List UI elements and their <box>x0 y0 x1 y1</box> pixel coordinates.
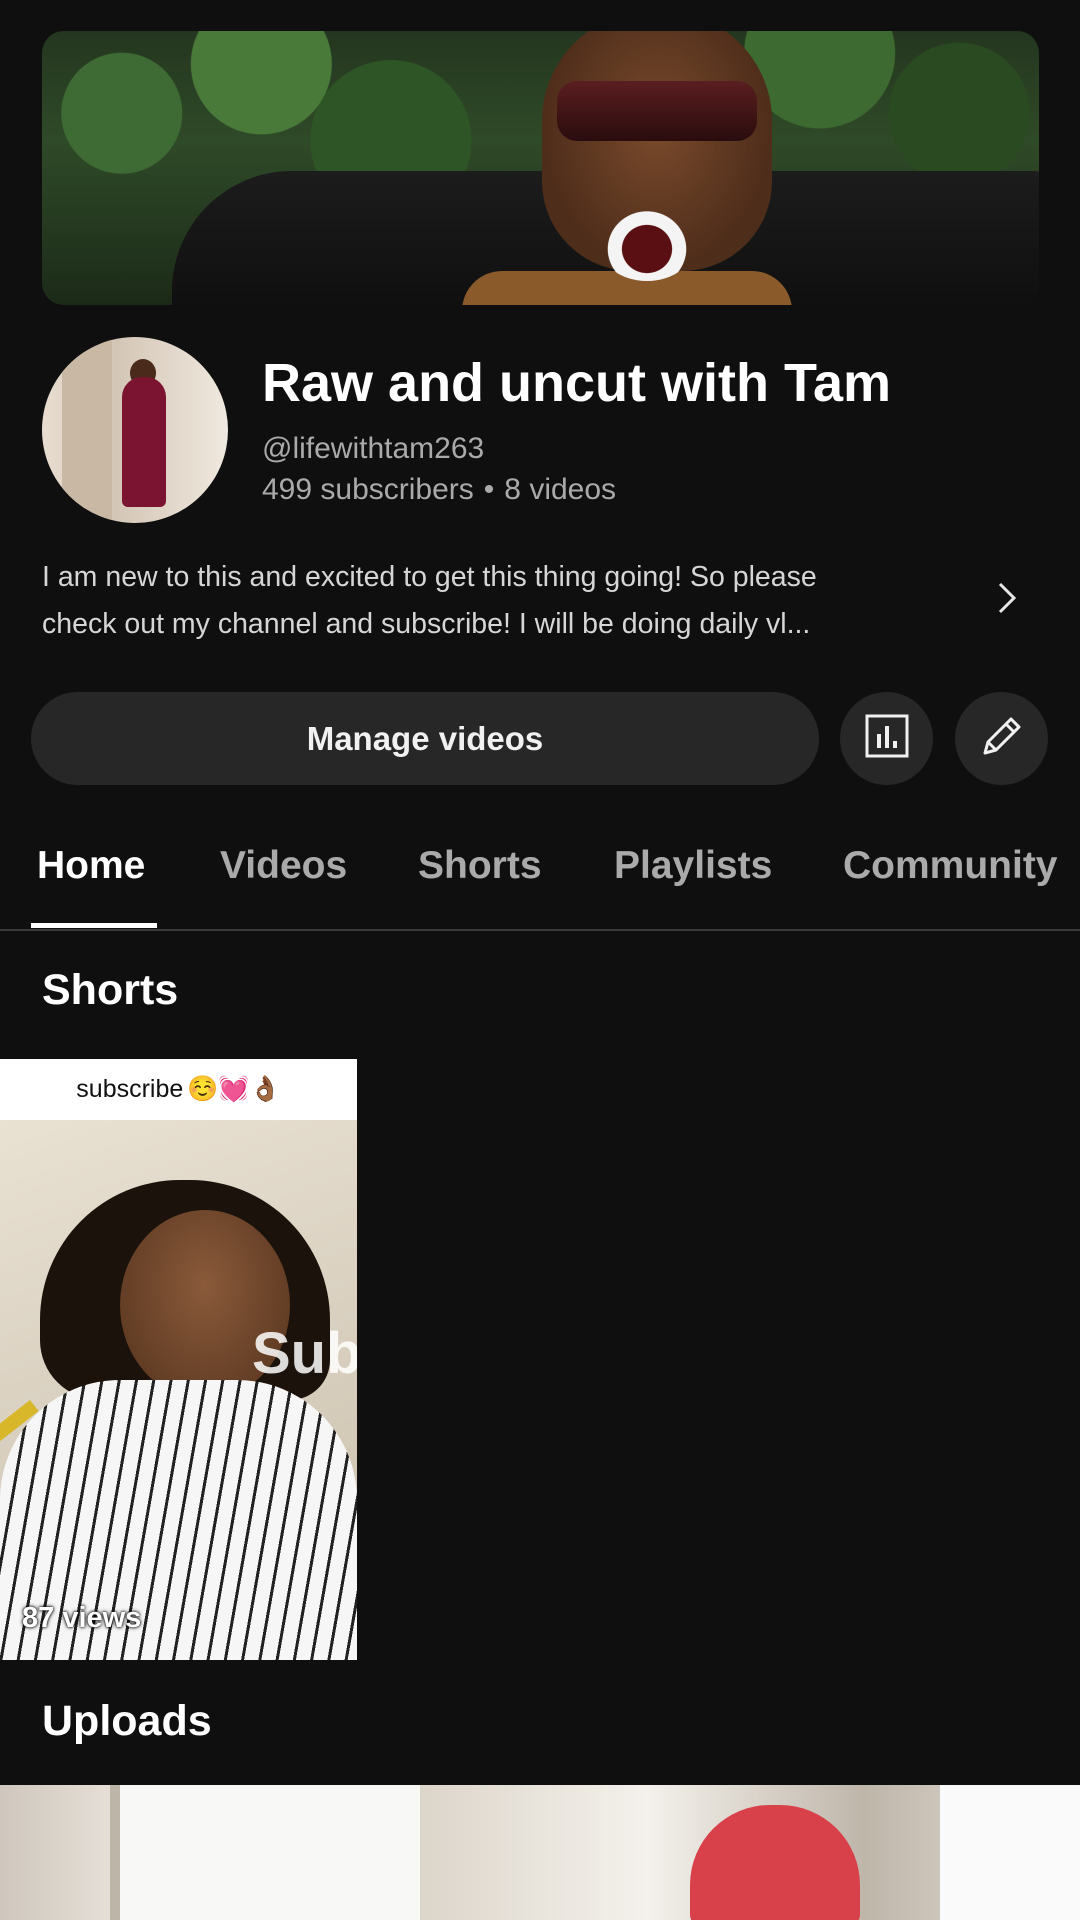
bar-chart-icon <box>864 713 910 764</box>
channel-avatar[interactable] <box>42 337 228 523</box>
tab-playlists[interactable]: Playlists <box>614 844 772 888</box>
short-overlay-text: Sub <box>252 1321 357 1386</box>
channel-handle: @lifewithtam263 <box>262 432 485 465</box>
channel-description[interactable]: I am new to this and excited to get this… <box>42 554 982 648</box>
tab-shorts[interactable]: Shorts <box>418 844 542 888</box>
description-line: I am new to this and excited to get this… <box>42 561 817 593</box>
pencil-icon <box>977 711 1027 766</box>
tab-community[interactable]: Community <box>843 844 1058 888</box>
tab-videos[interactable]: Videos <box>220 844 347 888</box>
short-caption-emojis: ☺️💓👌🏾 <box>187 1075 281 1103</box>
subscriber-count: 499 subscribers <box>262 473 474 506</box>
stats-separator: • <box>483 473 495 506</box>
channel-banner <box>42 31 1039 305</box>
short-caption: subscribe <box>76 1075 184 1103</box>
manage-videos-button[interactable]: Manage videos <box>31 692 819 785</box>
channel-tabs: Home Videos Shorts Playlists Community <box>0 830 1080 930</box>
edit-channel-button[interactable] <box>955 692 1048 785</box>
description-line: check out my channel and subscribe! I wi… <box>42 608 811 640</box>
tabs-divider <box>0 929 1080 931</box>
upload-thumbnail[interactable] <box>0 1785 1080 1920</box>
analytics-button[interactable] <box>840 692 933 785</box>
video-count: 8 videos <box>504 473 617 506</box>
uploads-section-title: Uploads <box>42 1697 212 1745</box>
short-thumbnail[interactable]: subscribe ☺️💓👌🏾 Sub <box>0 1059 357 1660</box>
channel-stats: 499 subscribers • 8 videos <box>262 473 616 507</box>
short-caption-bar: subscribe ☺️💓👌🏾 <box>0 1059 357 1120</box>
shorts-section-title: Shorts <box>42 966 179 1014</box>
channel-title: Raw and uncut with Tam <box>262 353 892 413</box>
active-tab-indicator <box>31 923 157 928</box>
chevron-right-icon[interactable] <box>992 578 1022 618</box>
short-view-count: 87 views <box>22 1602 142 1634</box>
tab-home[interactable]: Home <box>37 844 145 888</box>
